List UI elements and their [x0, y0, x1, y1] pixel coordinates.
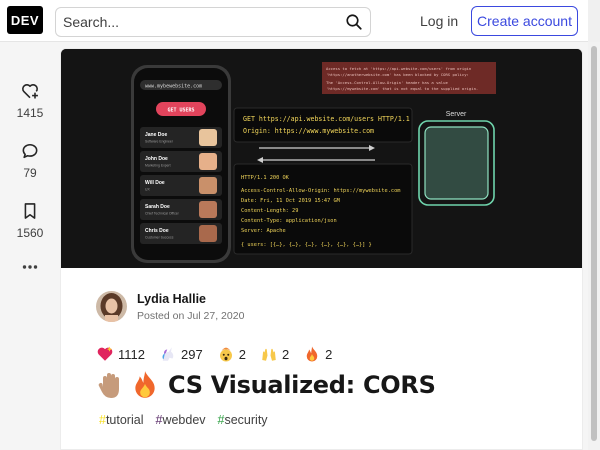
- response-line-5: Content-Type: application/json: [241, 218, 337, 224]
- reaction-exploding-head: 2: [217, 345, 246, 363]
- phone-user-name: John Doe: [145, 156, 168, 162]
- author-avatar[interactable]: [96, 291, 127, 322]
- get-users-label: GET USERS: [167, 108, 194, 114]
- reaction-summary: 1112 297 2 2 2: [96, 345, 346, 363]
- scrollbar-thumb[interactable]: [591, 46, 597, 441]
- phone-user-name: Chris Doe: [145, 228, 169, 234]
- error-line-4: 'https://mywebsite.com' that is not equa…: [326, 86, 478, 91]
- tag-hash: #: [99, 413, 106, 427]
- comment-icon: [19, 140, 41, 162]
- reaction-count: 2: [325, 346, 333, 362]
- phone-user-role: Marketing Expert: [145, 164, 171, 168]
- error-line-3: The 'Access-Control-Allow-Origin' header…: [326, 80, 448, 85]
- phone-user-name: Jane Doe: [145, 132, 167, 138]
- phone-user-avatar: [199, 201, 217, 218]
- phone-user-role: UX: [145, 188, 150, 192]
- author-name[interactable]: Lydia Hallie: [137, 292, 244, 306]
- heart-plus-icon: [19, 80, 41, 102]
- phone-user-role: Customer Success: [145, 236, 174, 240]
- phone-user-avatar: [199, 225, 217, 242]
- search-icon[interactable]: [344, 12, 364, 32]
- top-header: DEV Log in Create account: [0, 0, 600, 42]
- reaction-count: 297: [181, 346, 203, 362]
- phone-user-row: Sarah Doe Chief Technical Officer: [140, 199, 222, 220]
- fire-icon: [303, 345, 321, 363]
- request-line-2: Origin: https://www.mywebsite.com: [243, 127, 374, 135]
- response-line-4: Content-Length: 29: [241, 208, 298, 214]
- sparkle-heart-icon: [96, 345, 114, 363]
- exploding-head-icon: [217, 345, 235, 363]
- reaction-fire: 2: [303, 345, 332, 363]
- response-line-7: { users: [{…}, {…}, {…}, {…}, {…}, {…}] …: [241, 242, 372, 248]
- response-line-1: HTTP/1.1 200 OK: [241, 175, 290, 181]
- reaction-sparkle-heart: 1112: [96, 345, 145, 363]
- phone-user-row: Chris Doe Customer Success: [140, 223, 222, 244]
- phone-illustration: www.mybewebsite.com GET USERS Jane Doe So…: [131, 65, 231, 263]
- tag-name: webdev: [162, 413, 206, 427]
- tag-security[interactable]: #security: [218, 413, 268, 427]
- comment-count: 79: [23, 166, 37, 180]
- phone-user-role: Software Engineer: [145, 140, 174, 144]
- reaction-sidebar: 1415 79 1560: [0, 42, 60, 450]
- request-line-1: GET https://api.website.com/users HTTP/1…: [243, 115, 410, 123]
- dev-logo[interactable]: DEV: [7, 6, 43, 34]
- search-bar[interactable]: [55, 7, 371, 37]
- create-account-button[interactable]: Create account: [471, 6, 578, 36]
- tag-webdev[interactable]: #webdev: [155, 413, 205, 427]
- phone-user-name: Sarah Doe: [145, 204, 170, 210]
- phone-user-name: Will Doe: [145, 180, 165, 186]
- raised-hand-icon: [96, 369, 126, 401]
- phone-user-avatar: [199, 177, 217, 194]
- reaction-raised-hands: 2: [260, 345, 289, 363]
- bookmark-icon: [19, 200, 41, 222]
- posted-date: Posted on Jul 27, 2020: [137, 309, 245, 322]
- login-link[interactable]: Log in: [410, 7, 468, 35]
- unicorn-icon: [159, 345, 177, 363]
- tag-name: tutorial: [105, 413, 144, 427]
- reaction-count: 2: [238, 346, 246, 362]
- phone-user-row: Will Doe UX: [140, 175, 222, 196]
- article-title: CS Visualized: CORS: [168, 371, 436, 399]
- phone-user-row: Jane Doe Software Engineer: [140, 127, 222, 148]
- response-line-2: Access-Control-Allow-Origin: https://myw…: [241, 188, 400, 194]
- fire-icon: [130, 369, 160, 401]
- server-label: Server: [446, 111, 467, 118]
- author-block: Lydia Hallie Posted on Jul 27, 2020: [96, 291, 244, 322]
- response-line-6: Server: Apache: [241, 228, 286, 234]
- tag-list: #tutorial #webdev #security: [99, 413, 280, 427]
- phone-user-role: Chief Technical Officer: [145, 212, 180, 216]
- cover-image: www.mybewebsite.com GET USERS Jane Doe So…: [61, 49, 582, 268]
- heart-count: 1415: [16, 106, 44, 120]
- article-title-row: CS Visualized: CORS: [96, 369, 436, 401]
- error-line-2: 'https://anotherwebsite.com' has been bl…: [326, 72, 469, 77]
- comments-button[interactable]: 79: [0, 140, 60, 180]
- error-line-1: Access to fetch at 'https://api.website.…: [326, 66, 471, 71]
- more-options-icon[interactable]: [20, 260, 40, 274]
- heart-reaction-button[interactable]: 1415: [0, 80, 60, 120]
- phone-user-row: John Doe Marketing Expert: [140, 151, 222, 172]
- reaction-count: 2: [281, 346, 290, 362]
- save-button[interactable]: 1560: [0, 200, 60, 240]
- phone-user-avatar: [199, 153, 217, 170]
- reaction-count: 1112: [118, 346, 145, 362]
- phone-url: www.mybewebsite.com: [145, 84, 202, 90]
- raised-hands-icon: [260, 345, 278, 363]
- tag-tutorial[interactable]: #tutorial: [99, 413, 143, 427]
- response-line-3: Date: Fri, 11 Oct 2019 15:47 GM: [241, 198, 340, 204]
- save-count: 1560: [16, 226, 44, 240]
- reaction-unicorn: 297: [159, 345, 203, 363]
- search-input[interactable]: [56, 8, 326, 36]
- scrollbar-track-top: [588, 0, 600, 42]
- phone-user-avatar: [199, 129, 217, 146]
- article-card: www.mybewebsite.com GET USERS Jane Doe So…: [60, 48, 583, 450]
- tag-name: security: [224, 413, 268, 427]
